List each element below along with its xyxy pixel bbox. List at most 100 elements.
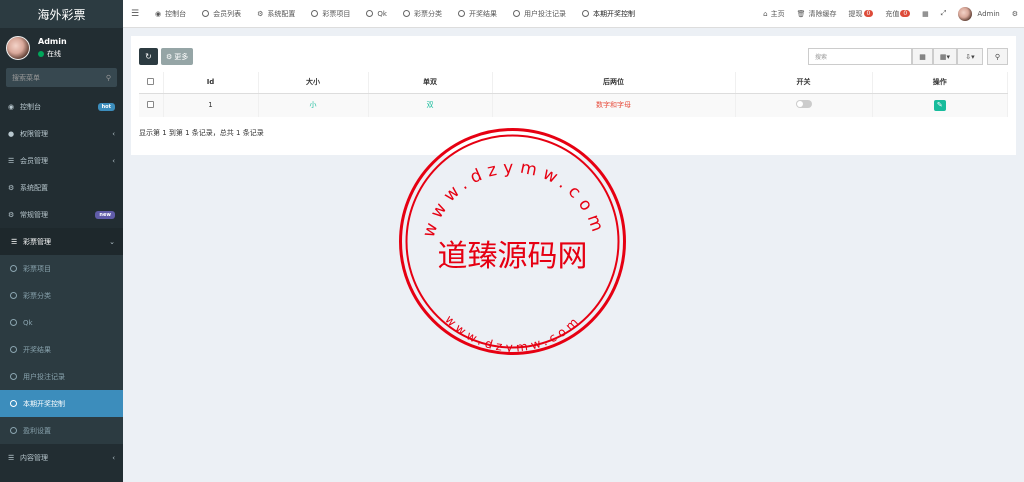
user-status: 在线	[38, 49, 67, 59]
tab-label: 本期开奖控制	[592, 9, 635, 18]
tab-label: 彩票项目	[322, 9, 351, 18]
fullscreen-icon[interactable]: ⤢	[935, 9, 953, 18]
column-header-switch[interactable]: 开关	[735, 72, 873, 94]
list-icon: ☰	[11, 237, 18, 246]
export-icon: ⇩▾	[965, 52, 975, 61]
user-name: Admin	[38, 37, 67, 46]
circle-icon	[10, 346, 17, 353]
circle-icon	[10, 292, 17, 299]
menu-search-input[interactable]: 搜索菜单 ⚲	[6, 68, 117, 87]
tab-label: 会员列表	[213, 9, 242, 18]
sidebar-item-permissions[interactable]: ● 权限管理 ‹	[0, 120, 123, 147]
home-label: 主页	[770, 9, 785, 18]
tab-label: 控制台	[165, 9, 187, 18]
tab-draw-results[interactable]: 开奖结果	[450, 0, 505, 28]
column-header-id[interactable]: Id	[163, 72, 259, 94]
home-link[interactable]: ⌂ 主页	[757, 9, 790, 19]
app-logo[interactable]: 海外彩票	[0, 0, 123, 28]
avatar	[6, 36, 30, 60]
edit-button[interactable]: ✎	[933, 99, 946, 111]
submenu-item[interactable]: Qk	[0, 309, 123, 336]
withdraw-link[interactable]: 提现 0	[843, 9, 880, 19]
refresh-icon: ↻	[145, 52, 152, 61]
submenu-item[interactable]: 用户投注记录	[0, 363, 123, 390]
user-menu[interactable]: Admin	[952, 6, 1005, 21]
tab-label: 开奖结果	[468, 9, 497, 18]
circle-icon	[10, 400, 17, 407]
circle-icon	[10, 319, 17, 326]
refresh-button[interactable]: ↻	[139, 48, 158, 65]
data-table: Id 大小 单双 后两位 开关 操作 1 小 双 数字和字母 ✎	[139, 72, 1008, 117]
clear-cache-label: 清除缓存	[808, 9, 837, 18]
sidebar-item-members[interactable]: ☰ 会员管理 ‹	[0, 147, 123, 174]
tab-lottery-items[interactable]: 彩票项目	[303, 0, 358, 28]
trash-icon: 🗑	[796, 9, 806, 18]
column-header-actions: 操作	[872, 72, 1008, 94]
submenu-item[interactable]: 彩票分类	[0, 282, 123, 309]
search-icon[interactable]: ⚲	[106, 74, 111, 82]
tab-label: Qk	[377, 9, 387, 18]
submenu-item-active[interactable]: 本期开奖控制	[0, 390, 123, 417]
sidebar-item-content[interactable]: ☰ 内容管理 ‹	[0, 444, 123, 471]
column-header-parity[interactable]: 单双	[368, 72, 493, 94]
recharge-link[interactable]: 充值 0	[879, 9, 916, 19]
more-button[interactable]: ⚙ 更多	[161, 48, 194, 65]
pencil-icon: ✎	[936, 100, 943, 109]
switch-toggle[interactable]	[795, 100, 812, 109]
tab-current-draw-control[interactable]: 本期开奖控制	[574, 0, 643, 28]
sidebar-item-label: 彩票管理	[23, 237, 51, 246]
cell-parity: 双	[368, 93, 493, 117]
tab-system-config[interactable]: ⚙ 系统配置	[249, 0, 303, 28]
sidebar-item-general[interactable]: ⚙ 常规管理 new	[0, 201, 123, 228]
table-search-input[interactable]: 搜索	[808, 48, 912, 65]
sidebar-item-dashboard[interactable]: ◉ 控制台 hot	[0, 93, 123, 120]
watermark-stamp: www.dzymw.com 道臻源码网 www.dzymw.com	[399, 128, 626, 355]
watermark-ring-bottom: www.dzymw.com	[442, 312, 583, 354]
tab-qk[interactable]: Qk	[358, 0, 395, 28]
menu-search-placeholder: 搜索菜单	[12, 73, 40, 82]
submenu-item-label: 本期开奖控制	[23, 399, 65, 408]
table-header-row: Id 大小 单双 后两位 开关 操作	[139, 72, 1008, 94]
submenu-item[interactable]: 开奖结果	[0, 336, 123, 363]
circle-icon	[402, 10, 410, 17]
column-header-last-two[interactable]: 后两位	[492, 72, 736, 94]
menu-toggle-icon[interactable]: ☰	[123, 9, 147, 19]
export-button[interactable]: ⇩▾	[957, 48, 983, 65]
columns-button[interactable]: ▦▾	[933, 48, 957, 65]
cell-actions: ✎	[872, 93, 1008, 117]
tab-dashboard[interactable]: ◉ 控制台	[147, 0, 194, 28]
more-label: 更多	[174, 52, 189, 61]
tab-lottery-category[interactable]: 彩票分类	[395, 0, 450, 28]
submenu-item-label: 彩票项目	[23, 264, 51, 273]
select-all-checkbox[interactable]	[147, 77, 155, 85]
sidebar-item-system-config[interactable]: ⚙ 系统配置	[0, 174, 123, 201]
row-checkbox[interactable]	[147, 100, 155, 108]
submenu-item-label: Qk	[23, 318, 33, 327]
cell-id: 1	[163, 93, 259, 117]
pagination-summary: 显示第 1 到第 1 条记录，总共 1 条记录	[139, 129, 264, 137]
avatar	[958, 6, 973, 21]
lottery-submenu: 彩票项目 彩票分类 Qk 开奖结果 用户投注记录 本期开奖控制 盈利设置	[0, 255, 123, 444]
settings-gears-icon[interactable]: ⚙	[1006, 10, 1024, 18]
submenu-item[interactable]: 彩票项目	[0, 255, 123, 282]
circle-icon	[10, 373, 17, 380]
watermark-center-text: 道臻源码网	[438, 239, 588, 274]
tab-bet-records[interactable]: 用户投注记录	[505, 0, 574, 28]
tab-label: 用户投注记录	[523, 9, 566, 18]
language-icon[interactable]: ▦	[916, 10, 935, 18]
column-header-size[interactable]: 大小	[258, 72, 369, 94]
recharge-count-badge: 0	[900, 10, 911, 17]
search-button[interactable]: ⚲	[987, 48, 1008, 65]
table-icon: ▦	[919, 52, 926, 61]
watermark-ring-top-text: www.dzymw.com	[419, 158, 603, 240]
sidebar-item-lottery[interactable]: ☰ 彩票管理 ⌄	[0, 228, 123, 255]
dashboard-icon: ◉	[155, 9, 162, 18]
tab-label: 系统配置	[267, 9, 296, 18]
circle-icon	[10, 427, 17, 434]
submenu-item[interactable]: 盈利设置	[0, 417, 123, 444]
top-navbar: ☰ ◉ 控制台 会员列表 ⚙ 系统配置 彩票项目 Qk 彩票分类 开奖结果 用户投注…	[123, 0, 1024, 28]
clear-cache-button[interactable]: 🗑 清除缓存	[791, 9, 843, 19]
tab-members[interactable]: 会员列表	[194, 0, 249, 28]
toggle-view-button[interactable]: ▦	[912, 48, 933, 65]
select-all-checkbox-cell	[139, 72, 164, 94]
